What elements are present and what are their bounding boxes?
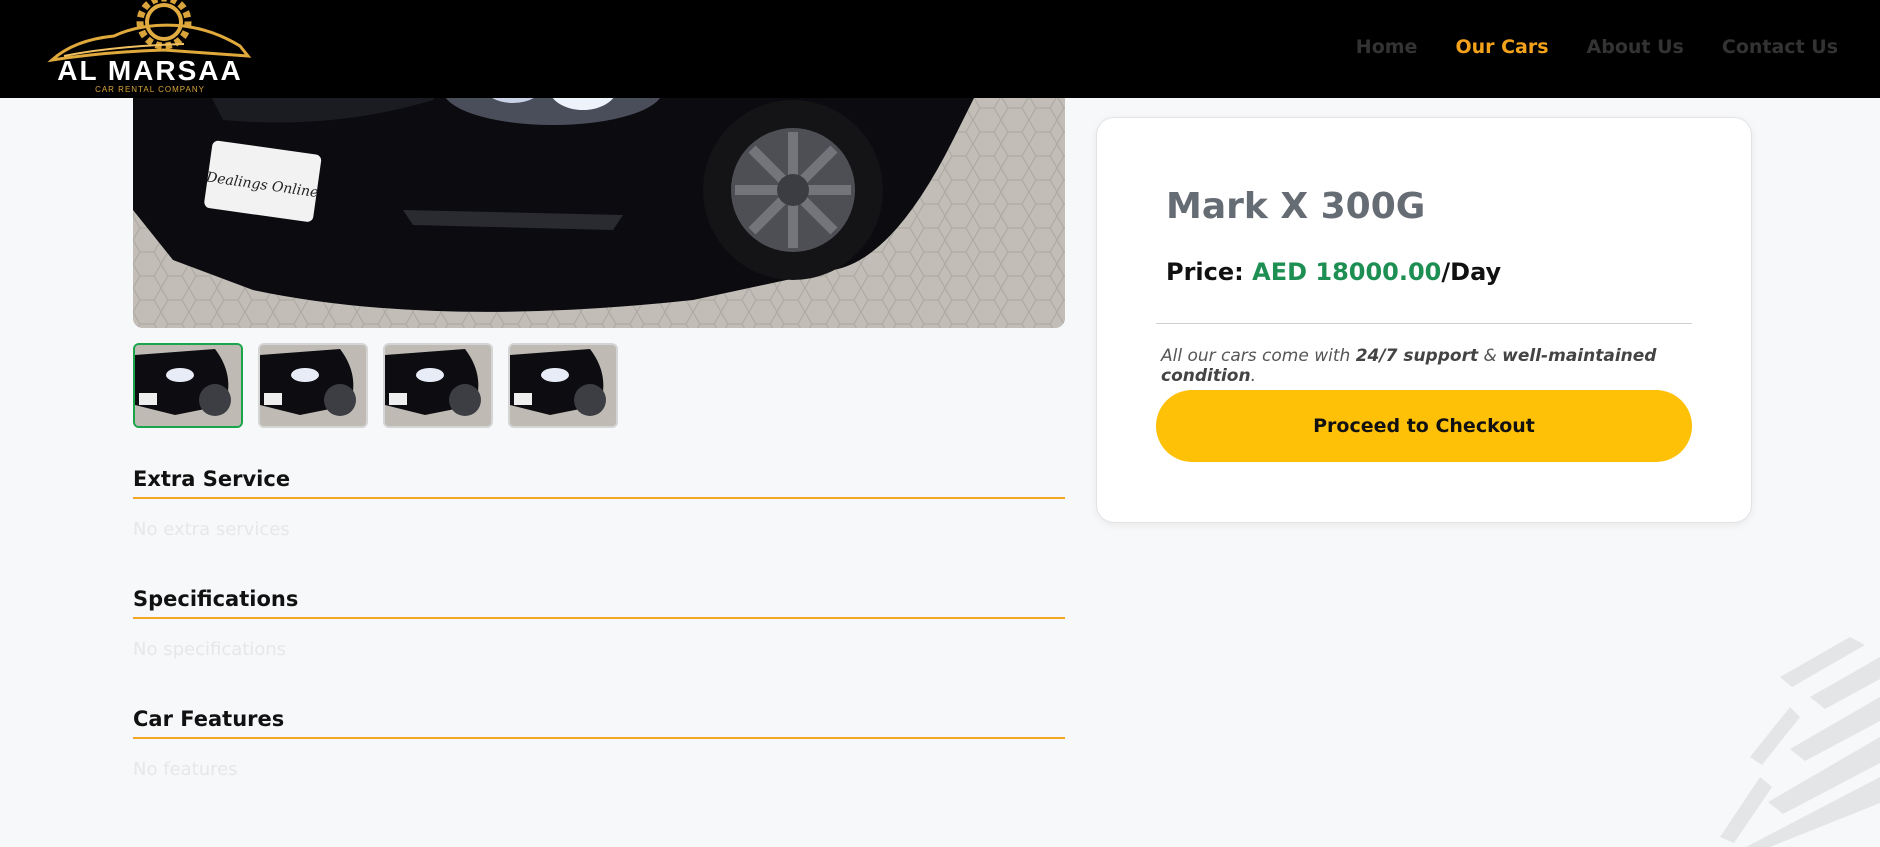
divider xyxy=(1156,323,1692,324)
main-car-image: Dealings Online xyxy=(133,60,1065,328)
extra-service-title: Extra Service xyxy=(133,467,1065,499)
service-note: All our cars come with 24/7 support & we… xyxy=(1161,346,1701,386)
nav-home[interactable]: Home xyxy=(1356,36,1418,58)
extra-service-section: Extra Service No extra services xyxy=(133,467,1065,540)
car-features-empty: No features xyxy=(133,759,238,780)
price-line: Price: AED 18000.00/Day xyxy=(1166,258,1501,286)
nav-about-us[interactable]: About Us xyxy=(1587,36,1684,58)
car-title: Mark X 300G xyxy=(1166,186,1426,227)
thumbnail-strip xyxy=(133,343,618,428)
thumbnail-4[interactable] xyxy=(508,343,618,428)
extra-service-empty: No extra services xyxy=(133,519,290,540)
car-photo: Dealings Online xyxy=(133,60,1065,328)
price-unit: /Day xyxy=(1441,258,1502,286)
car-features-section: Car Features No features xyxy=(133,707,1065,780)
thumbnail-2[interactable] xyxy=(258,343,368,428)
tire-track-decoration xyxy=(1720,637,1880,847)
price-label: Price: xyxy=(1166,258,1244,286)
specifications-empty: No specifications xyxy=(133,639,287,660)
price-card: Mark X 300G Price: AED 18000.00/Day All … xyxy=(1096,117,1752,523)
nav-contact-us[interactable]: Contact Us xyxy=(1722,36,1838,58)
specifications-section: Specifications No specifications xyxy=(133,587,1065,660)
car-features-title: Car Features xyxy=(133,707,1065,739)
al-marsaa-logo[interactable]: AL MARSAA CAR RENTAL COMPANY xyxy=(44,0,256,96)
brand-name: AL MARSAA xyxy=(57,55,242,86)
price-value: AED 18000.00 xyxy=(1252,258,1442,286)
thumbnail-3[interactable] xyxy=(383,343,493,428)
note-prefix: All our cars come with xyxy=(1161,346,1351,366)
nav-links: Home Our Cars About Us Contact Us xyxy=(1356,36,1838,58)
note-bold-support: 24/7 support xyxy=(1355,346,1479,366)
top-navbar: AL MARSAA CAR RENTAL COMPANY Home Our Ca… xyxy=(0,0,1880,98)
note-mid: & xyxy=(1483,346,1497,366)
nav-our-cars[interactable]: Our Cars xyxy=(1455,36,1548,58)
specifications-title: Specifications xyxy=(133,587,1065,619)
thumbnail-1[interactable] xyxy=(133,343,243,428)
note-suffix: . xyxy=(1250,366,1256,386)
brand-tagline: CAR RENTAL COMPANY xyxy=(95,85,205,94)
proceed-to-checkout-button[interactable]: Proceed to Checkout xyxy=(1156,390,1692,462)
